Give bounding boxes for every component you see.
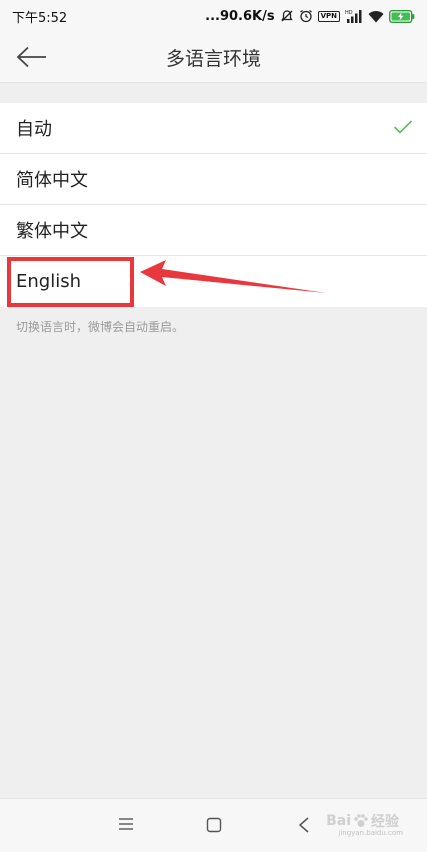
home-square-icon[interactable] (206, 817, 222, 833)
language-label: 繁体中文 (16, 221, 88, 242)
page-title: 多语言环境 (165, 47, 261, 70)
language-label: English (16, 271, 81, 292)
vpn-badge: VPN (317, 10, 340, 22)
language-list: 自动 简体中文 繁体中文 English (0, 103, 427, 307)
language-option-simplified-chinese[interactable]: 简体中文 (0, 154, 427, 205)
baidu-watermark: Bai 经验 (326, 811, 399, 831)
network-speed: ...90.6K/s (205, 8, 275, 24)
back-button[interactable] (14, 40, 50, 74)
restart-hint: 切换语言时，微博会自动重启。 (16, 320, 185, 334)
language-label: 自动 (16, 119, 52, 140)
hd-label: HD (345, 10, 353, 16)
language-label: 简体中文 (16, 170, 88, 191)
arrow-left-icon (16, 46, 46, 68)
paw-icon (354, 814, 368, 827)
status-bar: 下午5:52 ...90.6K/s VPN HD (0, 0, 427, 32)
language-option-auto[interactable]: 自动 (0, 103, 427, 154)
wifi-icon (368, 10, 384, 22)
watermark-text: Bai (326, 813, 351, 829)
status-time: 下午5:52 (12, 10, 68, 26)
menu-icon[interactable] (118, 817, 134, 831)
check-icon (393, 120, 413, 134)
language-option-english[interactable]: English (0, 256, 427, 307)
alarm-icon (299, 9, 312, 23)
watermark-sub: jingyan.baidu.com (338, 829, 403, 837)
chevron-left-icon[interactable] (298, 817, 310, 833)
language-option-traditional-chinese[interactable]: 繁体中文 (0, 205, 427, 256)
status-icons: ...90.6K/s VPN HD (205, 9, 415, 24)
bell-muted-icon (280, 10, 293, 22)
watermark-text-2: 经验 (371, 814, 399, 830)
battery-charging-icon (389, 9, 415, 23)
section-gap (0, 83, 427, 103)
header: 多语言环境 (0, 32, 427, 83)
system-nav-bar: Bai 经验 jingyan.baidu.com (0, 798, 427, 852)
signal-icon: HD (345, 10, 362, 23)
